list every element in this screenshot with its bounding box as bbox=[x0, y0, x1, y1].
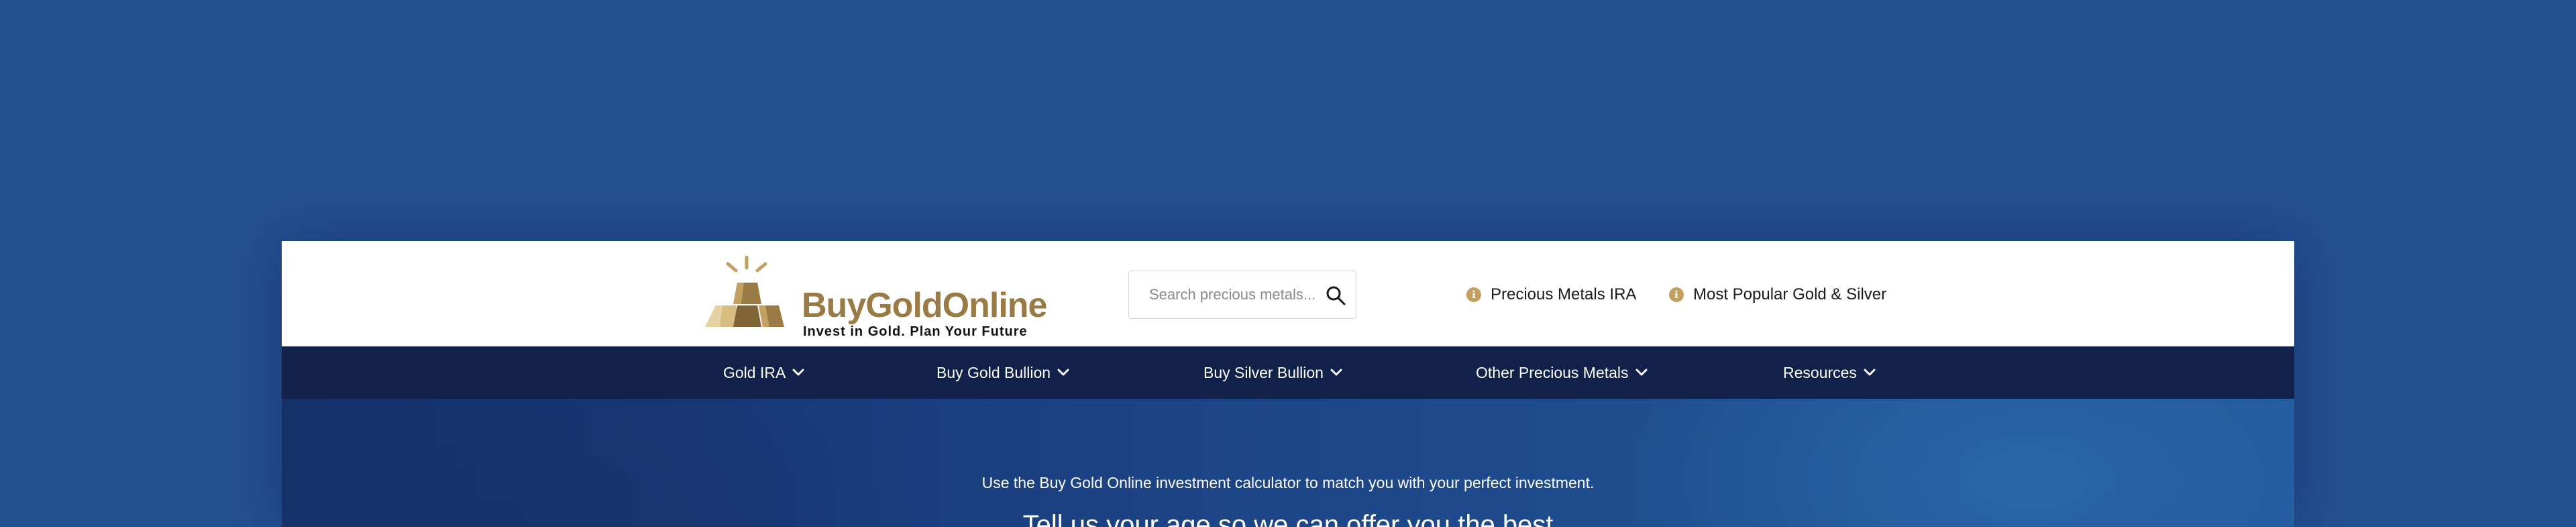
main-nav: Gold IRA Buy Gold Bullion Buy Silver Bul… bbox=[282, 346, 2294, 399]
hero-intro-text: Use the Buy Gold Online investment calcu… bbox=[981, 474, 1595, 491]
chevron-down-icon bbox=[792, 369, 804, 376]
gold-bars-icon bbox=[705, 256, 784, 327]
nav-item-resources[interactable]: Resources bbox=[1783, 346, 1876, 399]
nav-item-gold-ira[interactable]: Gold IRA bbox=[723, 346, 804, 399]
nav-item-label: Buy Gold Bullion bbox=[936, 363, 1051, 381]
nav-item-buy-silver-bullion[interactable]: Buy Silver Bullion bbox=[1203, 346, 1342, 399]
most-popular-gold-silver-link[interactable]: i Most Popular Gold & Silver bbox=[1669, 283, 1886, 307]
info-icon: i bbox=[1466, 287, 1481, 302]
nav-item-label: Resources bbox=[1783, 363, 1857, 381]
quick-link-label: Most Popular Gold & Silver bbox=[1693, 285, 1887, 303]
search-box bbox=[1128, 271, 1356, 319]
site-header: BuyGoldOnline Invest in Gold. Plan Your … bbox=[282, 241, 2294, 346]
hero-heading: Tell us your age so we can offer you the… bbox=[1022, 510, 1554, 527]
logo[interactable]: BuyGoldOnline Invest in Gold. Plan Your … bbox=[702, 256, 1047, 339]
chevron-down-icon bbox=[1635, 369, 1648, 376]
search-icon[interactable] bbox=[1325, 285, 1346, 306]
chevron-down-icon bbox=[1330, 369, 1342, 376]
info-icon: i bbox=[1669, 287, 1684, 302]
hero-section: Use the Buy Gold Online investment calcu… bbox=[282, 399, 2294, 527]
nav-item-label: Buy Silver Bullion bbox=[1203, 363, 1324, 381]
brand-tagline: Invest in Gold. Plan Your Future bbox=[803, 324, 1028, 339]
nav-item-buy-gold-bullion[interactable]: Buy Gold Bullion bbox=[936, 346, 1069, 399]
site-window: BuyGoldOnline Invest in Gold. Plan Your … bbox=[282, 241, 2294, 527]
nav-item-other-precious-metals[interactable]: Other Precious Metals bbox=[1476, 346, 1648, 399]
search-input[interactable] bbox=[1129, 271, 1324, 318]
chevron-down-icon bbox=[1057, 369, 1069, 376]
precious-metals-ira-link[interactable]: i Precious Metals IRA bbox=[1466, 283, 1636, 307]
chevron-down-icon bbox=[1864, 369, 1876, 376]
brand-name: BuyGoldOnline bbox=[802, 286, 1047, 325]
nav-item-label: Other Precious Metals bbox=[1476, 363, 1629, 381]
quick-link-label: Precious Metals IRA bbox=[1491, 285, 1637, 303]
nav-item-label: Gold IRA bbox=[723, 363, 786, 381]
